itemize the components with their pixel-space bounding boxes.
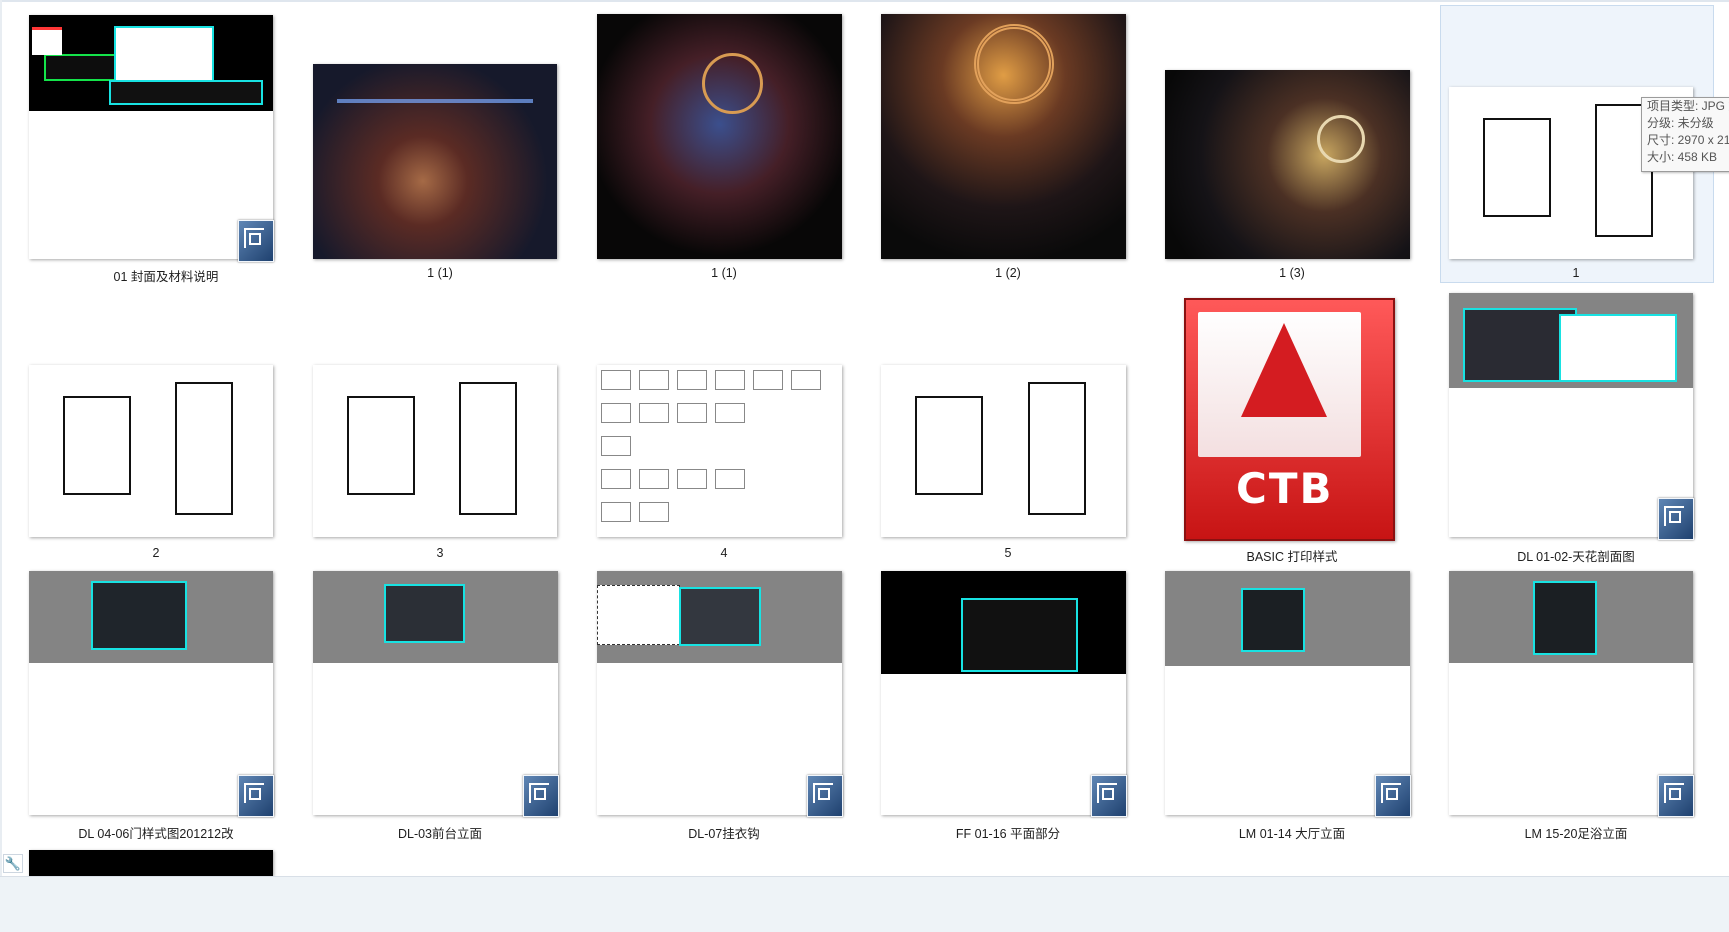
file-name-label: 1	[1572, 266, 1580, 280]
tooltip-file-type: 项目类型: JPG 文	[1647, 99, 1729, 113]
file-thumbnail-grid: 01 封面及材料说明 1 (1) 1 (1) 1 (2) 1 (3) 1 2 3	[0, 0, 1729, 876]
file-name-label: DL-03前台立面	[397, 827, 483, 841]
dwg-thumbnail	[881, 571, 1126, 815]
image-thumbnail	[597, 365, 842, 537]
file-name-label: 4	[720, 546, 728, 560]
dwg-thumbnail	[1449, 571, 1693, 815]
dwg-file-icon	[1658, 498, 1694, 540]
file-name-label: 3	[436, 546, 444, 560]
dwg-thumbnail	[29, 15, 273, 259]
file-name-label: LM 01-14 大厅立面	[1238, 827, 1346, 841]
tooltip-dimensions: 尺寸: 2970 x 21	[1647, 133, 1729, 147]
file-name-label: 01 封面及材料说明	[113, 270, 219, 284]
file-name-label: 1 (1)	[711, 266, 737, 280]
dwg-thumbnail	[29, 571, 273, 815]
tooltip-rating: 分级: 未分级	[1647, 116, 1714, 130]
status-bar	[0, 876, 1729, 932]
file-name-label: DL 01-02-天花剖面图	[1517, 550, 1635, 564]
dwg-file-icon	[1658, 775, 1694, 817]
dwg-file-icon	[1091, 775, 1127, 817]
ctb-icon-text: CTB	[1236, 464, 1334, 513]
file-name-label: 1 (3)	[1279, 266, 1305, 280]
file-name-label: DL-07挂衣钩	[688, 827, 760, 841]
image-thumbnail	[313, 64, 557, 259]
dwg-thumbnail	[1165, 571, 1410, 815]
image-thumbnail	[29, 365, 273, 537]
dwg-thumbnail	[597, 571, 842, 815]
image-thumbnail	[881, 14, 1126, 259]
image-thumbnail	[1165, 70, 1410, 259]
file-name-label: 1 (2)	[995, 266, 1021, 280]
file-name-label: FF 01-16 平面部分	[955, 827, 1061, 841]
ctb-file-icon: CTB	[1184, 298, 1395, 541]
wrench-icon[interactable]: 🔧	[3, 854, 23, 873]
dwg-file-icon	[238, 775, 274, 817]
partial-next-thumbnail[interactable]	[29, 850, 273, 876]
tooltip-size: 大小: 458 KB	[1647, 150, 1718, 164]
file-name-label: BASIC 打印样式	[1246, 550, 1338, 564]
file-name-label: 5	[1004, 546, 1012, 560]
dwg-thumbnail	[313, 571, 558, 815]
dwg-thumbnail	[1449, 293, 1693, 537]
image-thumbnail	[313, 365, 557, 537]
dwg-file-icon	[807, 775, 843, 817]
image-thumbnail	[597, 14, 842, 259]
dwg-file-icon	[523, 775, 559, 817]
image-thumbnail	[881, 365, 1126, 537]
file-name-label: 2	[152, 546, 160, 560]
file-info-tooltip: 项目类型: JPG 文 分级: 未分级 尺寸: 2970 x 21 大小: 45…	[1641, 97, 1729, 172]
file-name-label: 1 (1)	[427, 266, 453, 280]
dwg-file-icon	[238, 220, 274, 262]
file-name-label: LM 15-20足浴立面	[1524, 827, 1628, 841]
file-name-label: DL 04-06门样式图201212改	[78, 827, 234, 841]
dwg-file-icon	[1375, 775, 1411, 817]
